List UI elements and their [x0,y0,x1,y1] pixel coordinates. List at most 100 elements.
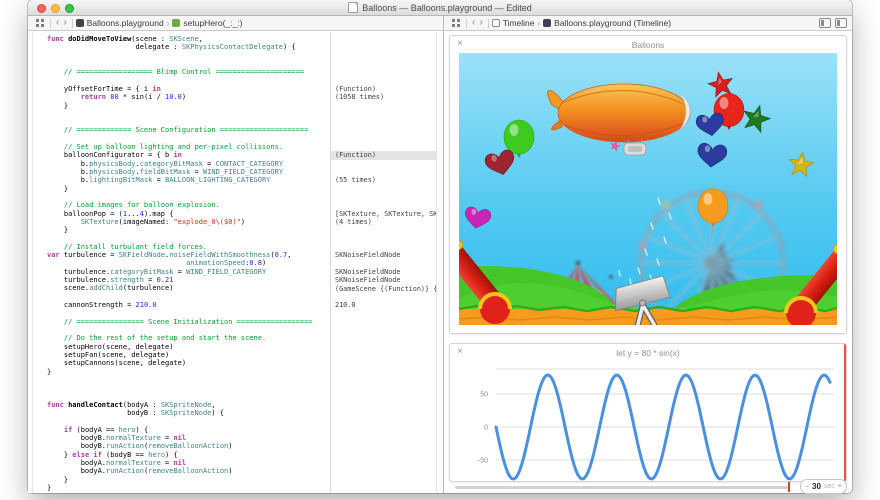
code-line: } [47,484,329,492]
forward-arrow-icon[interactable]: › [63,18,66,28]
result-annotation[interactable]: SKNoiseFieldNode [335,268,437,276]
sine-chart: 500-50 [450,344,846,481]
code-line [47,392,329,400]
zoom-window-button[interactable] [65,4,74,13]
result-annotation[interactable]: (Function) [335,151,437,159]
code-line [47,384,329,392]
code-line: bodyB : SKSpriteNode) { [47,409,329,417]
code-line: b.physicsBody.categoryBitMask = CONTACT_… [47,160,329,168]
code-line [47,77,329,85]
chart-panel: 500-50 × let y = 80 * sin(x) [449,343,847,482]
y-tick-label: 0 [484,425,488,432]
code-editor-text[interactable]: func doDidMoveToView(scene : SKScene, de… [47,35,329,492]
code-line: bodyB.runAction(removeBalloonAction) [47,442,329,450]
code-line: setupCannons(scene, delegate) [47,359,329,367]
pane-divider[interactable] [443,16,444,493]
breadcrumb-timeline[interactable]: Timeline [503,18,535,28]
code-line: bodyA.normalTexture = nil [47,459,329,467]
result-annotation[interactable]: 210.0 [335,301,437,309]
playground-file-icon [76,19,84,27]
code-line: } [47,226,329,234]
chevron-right-icon: › [167,19,170,28]
code-line [47,326,329,334]
code-line: scene.addChild(turbulence) [47,284,329,292]
playhead-marker[interactable] [788,482,790,492]
code-line [47,193,329,201]
close-window-button[interactable] [37,4,46,13]
code-line: func doDidMoveToView(scene : SKScene, [47,35,329,43]
code-line: return 80 * sin(i / 10.0) [47,93,329,101]
code-line: setupFan(scene, delegate) [47,351,329,359]
minimize-window-button[interactable] [51,4,60,13]
editor-scrollbar-gutter[interactable] [436,32,443,493]
y-axis-ticks: 500-50 [478,392,488,465]
editor-jump-bar: ‹ › Balloons.playground › setupHero(_:_:… [28,16,443,31]
code-line: // Install turbulant field forces. [47,243,329,251]
code-line: turbulence.categoryBitMask = WIND_FIELD_… [47,268,329,276]
back-arrow-icon[interactable]: ‹ [472,18,475,28]
code-line [47,417,329,425]
code-line: balloonPop = (1...4).map { [47,210,329,218]
stepper-minus-button[interactable]: – [805,483,809,490]
code-line [47,309,329,317]
divider [50,19,51,28]
scene-canvas [459,53,837,325]
result-annotation[interactable]: (1058 times) [335,93,437,101]
breadcrumb-timeline-file[interactable]: Balloons.playground (Timeline) [554,18,671,28]
related-items-icon[interactable] [36,19,44,27]
timeline-scrubber[interactable] [455,486,788,489]
code-line: // ============= Scene Configuration ===… [47,126,329,134]
code-line: bodyB.normalTexture = nil [47,434,329,442]
code-line: balloonConfigurator = { b in [47,151,329,159]
code-line [47,135,329,143]
editor-mode-buttons [815,18,847,28]
chart-title: let y = 80 * sin(x) [450,348,846,358]
divider [488,19,489,28]
balloons-scene[interactable] [459,53,837,325]
breadcrumb-file[interactable]: Balloons.playground [87,18,164,28]
stepper-unit: sec [824,483,835,490]
code-line: // Do the rest of the setup and start th… [47,334,329,342]
result-annotation[interactable]: (4 times) [335,218,437,226]
code-line [47,376,329,384]
result-annotation[interactable]: (Function) [335,85,437,93]
results-sidebar[interactable]: (Function)(1058 times)(Function)(55 time… [331,32,437,493]
result-annotation[interactable]: SKNoiseFieldNode [335,251,437,259]
traffic-lights [37,4,74,13]
chevron-right-icon: › [538,19,541,28]
stepper-plus-button[interactable]: + [838,483,842,490]
title-bar[interactable]: Balloons — Balloons.playground — Edited [28,0,852,16]
playhead-line [844,344,846,481]
duration-stepper[interactable]: – 30 sec + [800,479,847,494]
breadcrumb-symbol[interactable]: setupHero(_:_:) [183,18,242,28]
code-line [47,60,329,68]
xcode-window: Balloons — Balloons.playground — Edited … [28,0,852,493]
code-line [47,235,329,243]
live-view-title: Balloons [450,40,846,50]
forward-arrow-icon[interactable]: › [479,18,482,28]
divider [72,19,73,28]
utilities-panel-button[interactable] [835,18,847,28]
document-proxy-icon[interactable] [348,2,358,13]
window-title: Balloons — Balloons.playground — Edited [362,3,532,13]
result-annotation[interactable]: (55 times) [335,176,437,184]
stepper-value: 30 [812,482,821,491]
result-annotation[interactable]: (GameScene {(Function)} {(F… [335,285,437,293]
code-line: } [47,185,329,193]
source-editor[interactable]: func doDidMoveToView(scene : SKScene, de… [28,32,443,493]
y-tick-label: -50 [478,458,488,465]
timeline-jump-bar: ‹ › Timeline › Balloons.playground (Time… [444,16,852,31]
live-view-panel: × Balloons [449,35,847,334]
code-line: SKTexture(imageNamed: "explode_0\($0)") [47,218,329,226]
code-line: yOffsetForTime = { i in [47,85,329,93]
result-annotation[interactable]: SKNoiseFieldNode [335,276,437,284]
assistant-editor-button[interactable] [819,18,831,28]
code-line: delegate : SKPhysicsContactDelegate) { [47,43,329,51]
back-arrow-icon[interactable]: ‹ [56,18,59,28]
related-items-icon[interactable] [452,19,460,27]
code-line: } [47,102,329,110]
result-annotation[interactable]: [SKTexture, SKTexture, SKTe… [335,210,437,218]
code-line: } [47,476,329,484]
playground-file-icon [543,19,551,27]
code-line: } else if (bodyB == hero) { [47,451,329,459]
